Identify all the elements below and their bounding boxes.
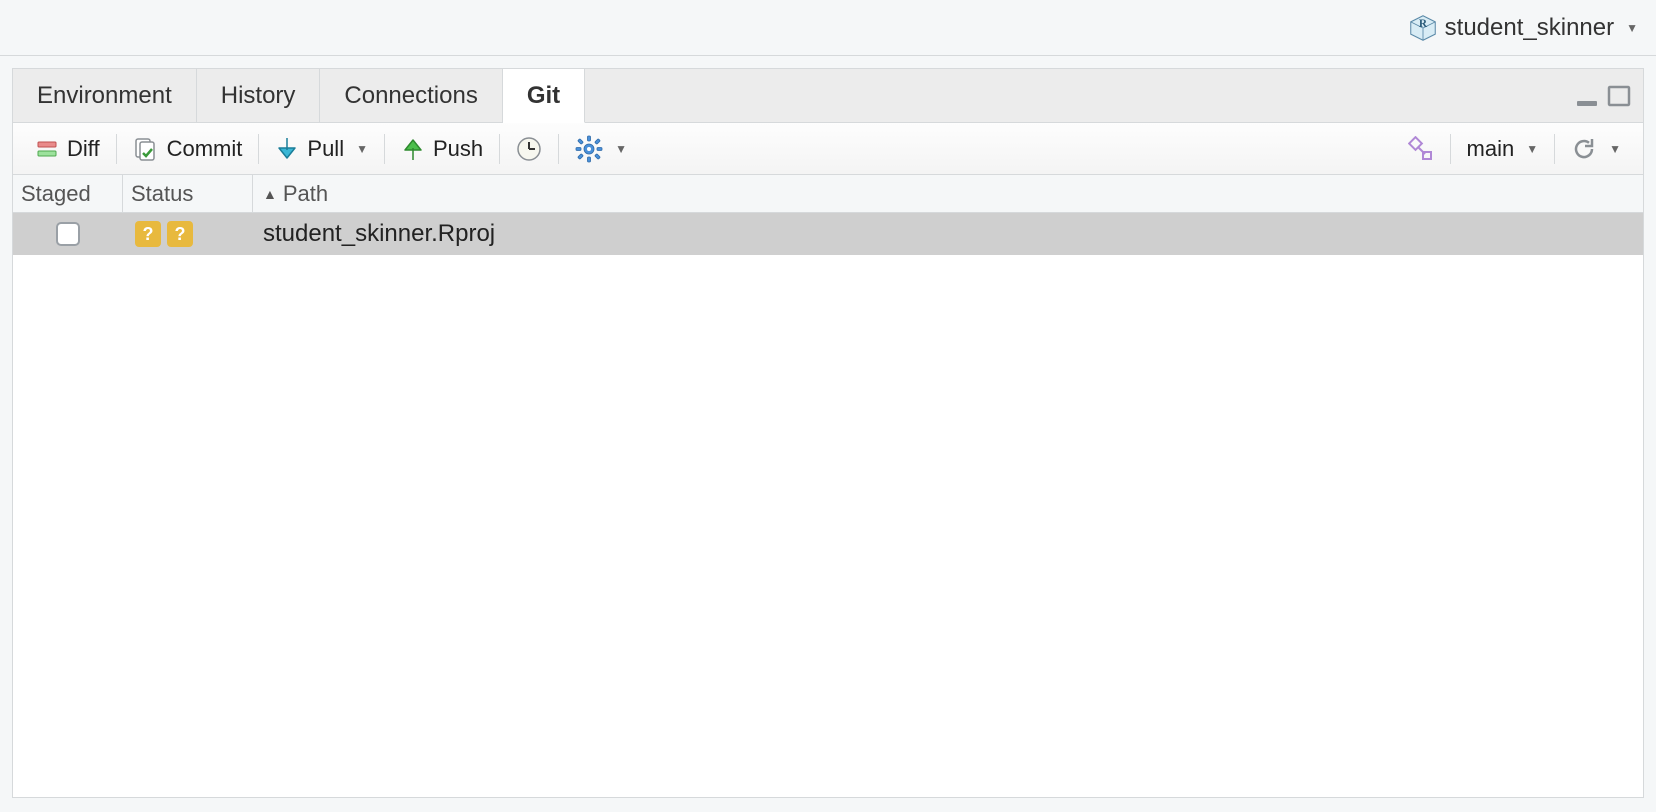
tab-label: Connections — [344, 82, 477, 110]
chevron-down-icon: ▼ — [1626, 21, 1638, 35]
git-toolbar: Diff Commit Pull ▼ — [13, 123, 1643, 175]
tab-label: Environment — [37, 82, 172, 110]
tab-git[interactable]: Git — [503, 69, 585, 123]
panel-window-controls — [1575, 85, 1643, 107]
toolbar-right: main ▼ ▼ — [1396, 123, 1633, 174]
branch-name: main — [1467, 136, 1515, 162]
history-button[interactable] — [504, 123, 554, 174]
branch-graph-button[interactable] — [1396, 123, 1446, 174]
file-row[interactable]: ? ? student_skinner.Rproj — [13, 213, 1643, 255]
r-project-icon: R — [1409, 14, 1437, 42]
status-badge-left: ? — [135, 221, 161, 247]
tab-environment[interactable]: Environment — [13, 69, 197, 122]
commit-button[interactable]: Commit — [121, 123, 255, 174]
separator — [1450, 134, 1451, 164]
diff-label: Diff — [67, 136, 100, 162]
refresh-icon — [1571, 136, 1597, 162]
push-arrow-icon — [401, 136, 425, 162]
path-cell: student_skinner.Rproj — [253, 220, 1643, 248]
panel-tabs: Environment History Connections Git — [13, 69, 585, 122]
column-path[interactable]: ▲ Path — [253, 175, 1643, 212]
minimize-pane-icon[interactable] — [1575, 85, 1599, 107]
column-label: Status — [131, 181, 193, 207]
separator — [499, 134, 500, 164]
pull-arrow-icon — [275, 136, 299, 162]
more-button[interactable]: ▼ — [563, 123, 639, 174]
project-bar: R student_skinner ▼ — [0, 0, 1656, 56]
tab-connections[interactable]: Connections — [320, 69, 502, 122]
tab-history[interactable]: History — [197, 69, 321, 122]
chevron-down-icon: ▼ — [615, 142, 627, 156]
file-grid-header: Staged Status ▲ Path — [13, 175, 1643, 213]
status-badge-right: ? — [167, 221, 193, 247]
clock-icon — [516, 136, 542, 162]
git-panel: Environment History Connections Git Diff — [12, 68, 1644, 798]
project-selector[interactable]: R student_skinner ▼ — [1409, 14, 1638, 42]
branch-graph-icon — [1408, 136, 1434, 162]
project-name: student_skinner — [1445, 14, 1614, 42]
svg-text:R: R — [1419, 18, 1428, 30]
toolbar-left: Diff Commit Pull ▼ — [23, 123, 639, 174]
separator — [1554, 134, 1555, 164]
branch-selector[interactable]: main ▼ — [1455, 123, 1551, 174]
staged-checkbox[interactable] — [56, 222, 80, 246]
separator — [116, 134, 117, 164]
separator — [384, 134, 385, 164]
separator — [558, 134, 559, 164]
commit-label: Commit — [167, 136, 243, 162]
pull-label: Pull — [307, 136, 344, 162]
chevron-down-icon: ▼ — [1526, 142, 1538, 156]
chevron-down-icon: ▼ — [356, 142, 368, 156]
pull-button[interactable]: Pull ▼ — [263, 123, 380, 174]
file-grid-body: ? ? student_skinner.Rproj — [13, 213, 1643, 797]
diff-button[interactable]: Diff — [23, 123, 112, 174]
column-label: Staged — [21, 181, 91, 207]
gear-icon — [575, 135, 603, 163]
refresh-button[interactable]: ▼ — [1559, 123, 1633, 174]
status-cell: ? ? — [123, 221, 253, 247]
staged-cell — [13, 222, 123, 246]
column-label: Path — [283, 181, 328, 207]
chevron-down-icon: ▼ — [1609, 142, 1621, 156]
column-staged[interactable]: Staged — [13, 175, 123, 212]
push-label: Push — [433, 136, 483, 162]
push-button[interactable]: Push — [389, 123, 495, 174]
separator — [258, 134, 259, 164]
sort-asc-icon: ▲ — [263, 186, 277, 202]
tab-label: History — [221, 82, 296, 110]
tab-label: Git — [527, 82, 560, 110]
file-path: student_skinner.Rproj — [263, 220, 495, 247]
panel-tabs-row: Environment History Connections Git — [13, 69, 1643, 123]
column-status[interactable]: Status — [123, 175, 253, 212]
maximize-pane-icon[interactable] — [1607, 85, 1631, 107]
diff-icon — [35, 137, 59, 161]
commit-icon — [133, 136, 159, 162]
